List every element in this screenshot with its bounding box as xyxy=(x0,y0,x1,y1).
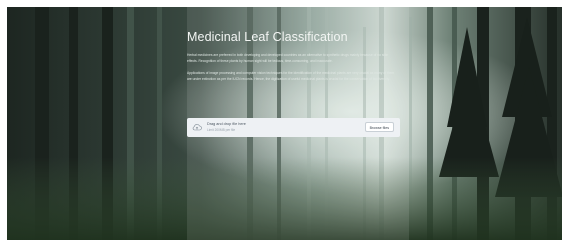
cloud-upload-icon xyxy=(192,124,202,131)
file-size-limit: Limit 200MB per file xyxy=(207,128,236,132)
intro-paragraph-1: Herbal medicines are preferred in both d… xyxy=(187,53,388,63)
browse-files-button[interactable]: Browse files xyxy=(364,122,394,132)
file-uploader[interactable]: Drag and drop file here Limit 200MB per … xyxy=(187,118,400,137)
main-content: Medicinal Leaf Classification Herbal med… xyxy=(187,30,399,88)
page-title: Medicinal Leaf Classification xyxy=(187,30,348,44)
intro-paragraph-2: Applications of image processing and com… xyxy=(187,71,395,81)
dropzone-label: Drag and drop file here xyxy=(207,122,246,126)
